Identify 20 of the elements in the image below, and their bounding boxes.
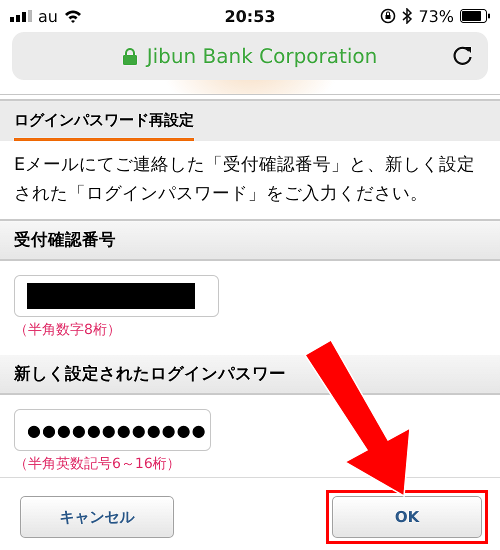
input-hint: （半角数字8桁） [14, 321, 122, 339]
instruction-text: Eメールにてご連絡した「受付確認番号」と、新しく設定された「ログインパスワード」をご入力ください。 [14, 154, 476, 206]
input-hint: （半角英数記号6～16桁） [14, 455, 182, 473]
ok-button[interactable]: OK [332, 496, 482, 538]
rotation-lock-icon [380, 8, 396, 24]
password-field[interactable]: ●●●●●●●●●●●● [14, 409, 211, 451]
wifi-icon [64, 9, 82, 23]
carrier-name: au [38, 6, 58, 26]
signal-icon [10, 10, 32, 22]
battery-icon [460, 9, 490, 23]
section-label: 新しく設定されたログインパスワー [14, 364, 286, 383]
bluetooth-icon [402, 8, 412, 24]
masked-password: ●●●●●●●●●●●● [27, 420, 207, 440]
input-field[interactable] [14, 275, 219, 317]
section-label: 受付確認番号 [14, 230, 116, 249]
cancel-button[interactable]: キャンセル [20, 496, 174, 538]
reload-icon[interactable] [452, 45, 474, 67]
battery-percent: 73% [418, 6, 454, 26]
clock-time: 20:53 [224, 6, 276, 26]
site-title: Jibun Bank Corporation [146, 44, 378, 68]
